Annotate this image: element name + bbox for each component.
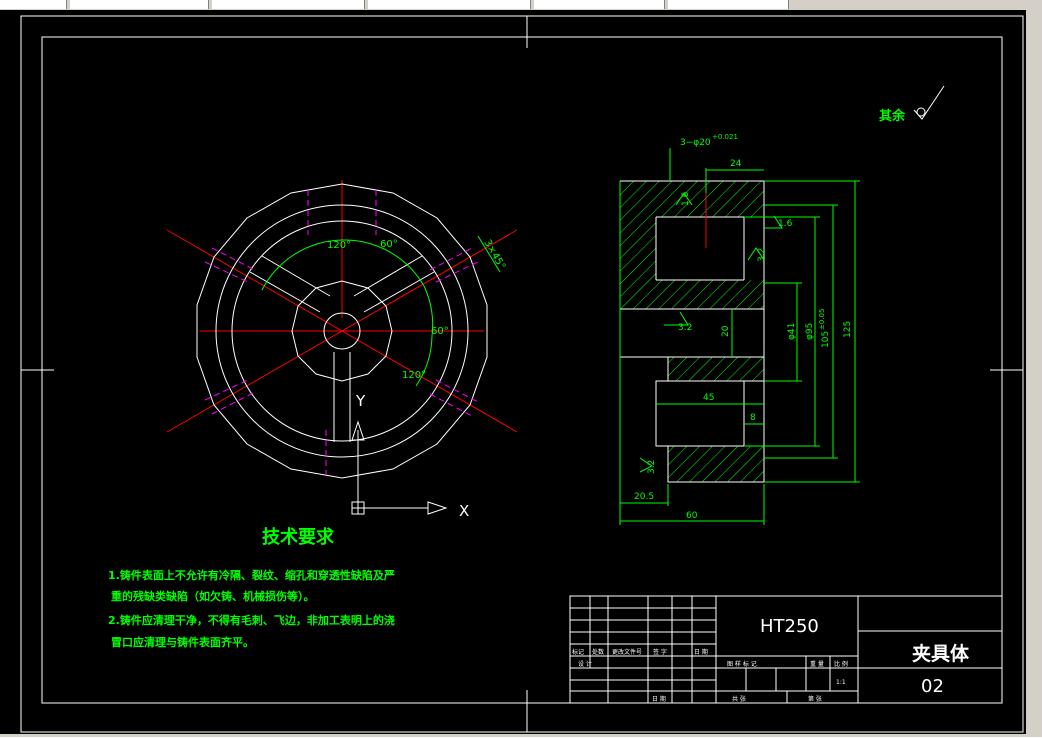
chamfer-label: 3×45° [481, 238, 507, 272]
title-block-header: 标记 [572, 648, 584, 656]
requirements-line: 1.铸件表面上不允许有冷隔、裂纹、缩孔和穿透性缺陷及严 [108, 568, 395, 582]
dim-holes: 3−φ20 [680, 138, 711, 148]
title-block-header: 设 计 [578, 660, 592, 668]
vertical-scrollbar[interactable] [1026, 10, 1042, 734]
dim-phi-95: φ95 [805, 323, 815, 340]
roughness-label: 其余 [879, 108, 906, 124]
roughness-symbol-icon [913, 85, 945, 120]
roughness-3-2-a: 3.2 [757, 248, 767, 262]
front-view: 120° 60° 60° 120° 3×45° Y X [166, 180, 518, 520]
title-block-header: 日 期 [694, 648, 708, 656]
title-block-header: 共 张 [732, 695, 746, 703]
dim-8: 8 [750, 413, 756, 423]
roughness-3-2-b: 3.2 [678, 323, 692, 333]
toolbar-segment[interactable] [70, 0, 209, 9]
title-block-header: 签 字 [653, 648, 667, 656]
toolbar-segment[interactable] [534, 0, 665, 9]
dim-105-tolerance: ±0.05 [818, 309, 826, 330]
angle-label: 120° [402, 370, 426, 381]
toolbar-segment[interactable] [368, 0, 531, 9]
title-block-header: 重 量 [810, 660, 824, 668]
angle-label: 120° [327, 240, 351, 251]
dim-phi-41: φ41 [787, 323, 797, 340]
axis-x-label: X [459, 502, 469, 520]
technical-requirements: 技术要求 1.铸件表面上不允许有冷隔、裂纹、缩孔和穿透性缺陷及严 重的残缺类缺陷… [108, 526, 395, 649]
material-label: HT250 [760, 616, 819, 637]
title-block-header: 比 例 [834, 660, 848, 668]
requirements-line: 重的残缺类缺陷（如欠铸、机械损伤等）。 [111, 589, 315, 603]
scale-value: 1:1 [836, 679, 846, 686]
toolbar-segment[interactable] [0, 0, 67, 9]
title-block-header: 处数 [592, 648, 604, 656]
dim-45: 45 [703, 393, 714, 403]
title-block-header: 第 张 [808, 695, 822, 703]
roughness-1-6-left: 1.6 [681, 191, 691, 206]
dim-20-5: 20.5 [634, 492, 654, 502]
dim-125: 125 [843, 321, 853, 338]
roughness-1-6-right: 1.6 [778, 219, 793, 229]
section-view: 3−φ20 +0.021 24 1.6 1.6 3.2 3.2 3.2 20 φ… [619, 133, 860, 525]
requirements-line: 冒口应清理与铸件表面齐平。 [111, 635, 254, 649]
dim-60: 60 [686, 511, 698, 521]
part-name: 夹具体 [912, 642, 970, 665]
dim-20: 20 [721, 325, 731, 337]
roughness-3-2-c: 3.2 [647, 460, 657, 474]
toolbar-segment[interactable] [668, 0, 789, 9]
dim-holes-tolerance: +0.021 [712, 133, 738, 141]
ucs-icon [351, 420, 448, 515]
title-block-header: 日 期 [652, 695, 666, 703]
title-block-header: 更改文件号 [612, 648, 642, 656]
axis-y-label: Y [355, 392, 366, 410]
requirements-line: 2.铸件应清理干净，不得有毛刺、飞边，非加工表明上的浇 [108, 613, 395, 627]
drawing-number: 02 [921, 676, 944, 697]
dim-105: 105 [821, 331, 831, 348]
toolbar-segment[interactable] [212, 0, 365, 9]
dim-24: 24 [730, 159, 742, 169]
requirements-title: 技术要求 [262, 526, 335, 548]
toolbar-strip [0, 0, 1042, 10]
cad-drawing: 120° 60° 60° 120° 3×45° Y X 3−φ20 +0.021… [20, 15, 1024, 733]
angle-label: 60° [380, 239, 398, 250]
angle-label: 60° [431, 326, 449, 337]
drawing-canvas[interactable]: 120° 60° 60° 120° 3×45° Y X 3−φ20 +0.021… [0, 10, 1026, 734]
title-block-header: 图 样 标 记 [727, 660, 757, 668]
